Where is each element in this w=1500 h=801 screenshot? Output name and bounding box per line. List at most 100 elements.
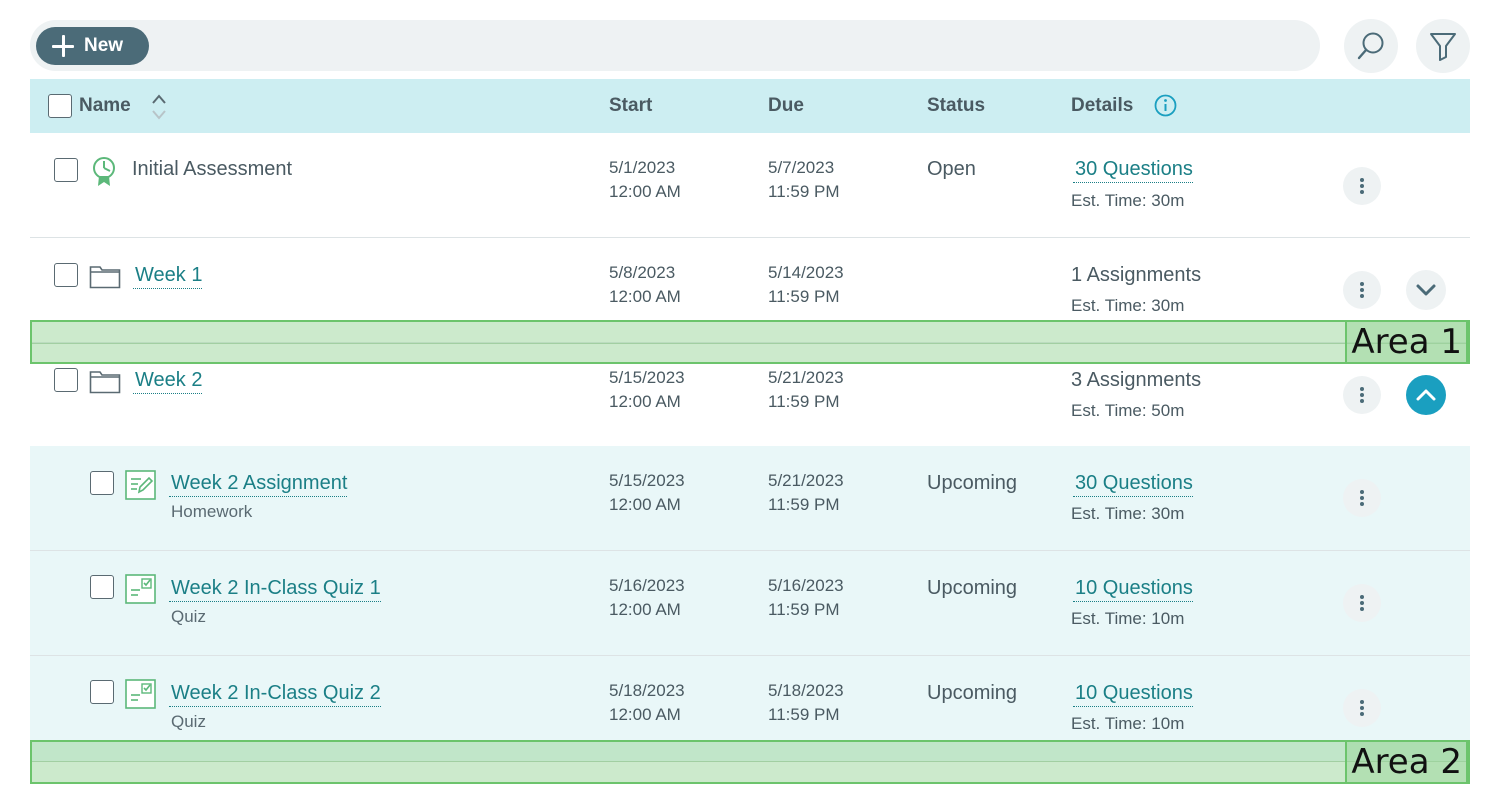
quiz-icon — [125, 574, 156, 604]
due-date: 5/16/2023 — [768, 576, 844, 595]
est-time: Est. Time: 50m — [1071, 401, 1185, 420]
due-time: 11:59 PM — [768, 705, 840, 724]
start-date: 5/18/2023 — [609, 681, 685, 700]
new-button[interactable]: New — [36, 27, 149, 65]
row-checkbox[interactable] — [54, 158, 78, 182]
quiz-link[interactable]: Week 2 In-Class Quiz 1 — [169, 577, 381, 602]
questions-link[interactable]: 30 Questions — [1073, 472, 1193, 497]
assignment-type: Quiz — [171, 607, 206, 626]
chevron-down-icon — [1416, 284, 1436, 296]
area-divider — [32, 761, 1468, 762]
table-row: Week 2 Assignment Homework 5/15/2023 12:… — [30, 446, 1470, 551]
start-date: 5/15/2023 — [609, 471, 685, 490]
toolbar: New — [30, 20, 1320, 71]
kebab-icon — [1360, 387, 1364, 403]
start-time: 12:00 AM — [609, 495, 681, 514]
expand-button[interactable] — [1406, 270, 1446, 310]
sort-icon[interactable] — [150, 93, 168, 121]
est-time: Est. Time: 10m — [1071, 714, 1185, 733]
start-date: 5/1/2023 — [609, 158, 676, 177]
status-text: Open — [927, 158, 976, 180]
row-checkbox[interactable] — [90, 575, 114, 599]
start-date: 5/15/2023 — [609, 368, 685, 387]
assignments-count: 1 Assignments — [1071, 264, 1202, 286]
due-date: 5/21/2023 — [768, 368, 844, 387]
folder-icon — [89, 371, 121, 394]
est-time: Est. Time: 10m — [1071, 609, 1185, 628]
area-divider — [32, 343, 1468, 344]
kebab-icon — [1360, 178, 1364, 194]
due-time: 11:59 PM — [768, 182, 840, 201]
due-time: 11:59 PM — [768, 600, 840, 619]
column-status: Status — [927, 95, 986, 116]
row-checkbox[interactable] — [90, 680, 114, 704]
more-actions-button[interactable] — [1343, 479, 1381, 517]
info-icon[interactable] — [1154, 94, 1177, 117]
due-time: 11:59 PM — [768, 495, 840, 514]
folder-icon — [89, 266, 121, 289]
column-name[interactable]: Name — [79, 95, 131, 117]
start-time: 12:00 AM — [609, 392, 681, 411]
est-time: Est. Time: 30m — [1071, 296, 1185, 315]
due-time: 11:59 PM — [768, 392, 840, 411]
select-all-checkbox[interactable] — [48, 94, 72, 118]
more-actions-button[interactable] — [1343, 271, 1381, 309]
status-text: Upcoming — [927, 472, 1018, 494]
questions-link[interactable]: 10 Questions — [1073, 682, 1193, 707]
assignment-type: Quiz — [171, 712, 206, 731]
table-header: Name Start Due Status Details — [30, 79, 1470, 133]
new-button-label: New — [84, 35, 124, 56]
row-name: Initial Assessment — [132, 158, 293, 180]
more-actions-button[interactable] — [1343, 376, 1381, 414]
search-icon — [1357, 32, 1384, 60]
homework-icon — [125, 470, 156, 500]
assignment-type: Homework — [171, 502, 253, 521]
questions-link[interactable]: 10 Questions — [1073, 577, 1193, 602]
folder-link[interactable]: Week 1 — [133, 264, 203, 289]
column-start: Start — [609, 95, 653, 116]
filter-icon — [1430, 33, 1456, 61]
est-time: Est. Time: 30m — [1071, 191, 1185, 210]
start-date: 5/8/2023 — [609, 263, 676, 282]
more-actions-button[interactable] — [1343, 584, 1381, 622]
plus-icon — [52, 35, 74, 57]
row-checkbox[interactable] — [90, 471, 114, 495]
column-due: Due — [768, 95, 804, 116]
area-1-label: Area 1 — [1345, 320, 1468, 364]
est-time: Est. Time: 30m — [1071, 504, 1185, 523]
collapse-button[interactable] — [1406, 375, 1446, 415]
kebab-icon — [1360, 282, 1364, 298]
assessment-badge-icon — [93, 157, 115, 186]
due-date: 5/14/2023 — [768, 263, 844, 282]
drop-area-1[interactable]: Area 1 — [30, 320, 1470, 364]
kebab-icon — [1360, 595, 1364, 611]
start-date: 5/16/2023 — [609, 576, 685, 595]
start-time: 12:00 AM — [609, 182, 681, 201]
due-date: 5/21/2023 — [768, 471, 844, 490]
questions-link[interactable]: 30 Questions — [1073, 158, 1193, 183]
drop-area-2[interactable]: Area 2 — [30, 740, 1470, 784]
quiz-link[interactable]: Week 2 In-Class Quiz 2 — [169, 682, 381, 707]
due-date: 5/7/2023 — [768, 158, 835, 177]
filter-button[interactable] — [1416, 19, 1470, 73]
table-row: Week 2 In-Class Quiz 1 Quiz 5/16/2023 12… — [30, 551, 1470, 656]
column-details: Details — [1071, 95, 1134, 116]
kebab-icon — [1360, 490, 1364, 506]
search-button[interactable] — [1344, 19, 1398, 73]
more-actions-button[interactable] — [1343, 689, 1381, 727]
more-actions-button[interactable] — [1343, 167, 1381, 205]
due-time: 11:59 PM — [768, 287, 840, 306]
start-time: 12:00 AM — [609, 705, 681, 724]
folder-link[interactable]: Week 2 — [133, 369, 203, 394]
row-checkbox[interactable] — [54, 368, 78, 392]
due-date: 5/18/2023 — [768, 681, 844, 700]
quiz-icon — [125, 679, 156, 709]
row-checkbox[interactable] — [54, 263, 78, 287]
table-row: Initial Assessment 5/1/2023 12:00 AM 5/7… — [30, 133, 1470, 238]
area-2-label: Area 2 — [1345, 740, 1468, 784]
assignment-link[interactable]: Week 2 Assignment — [169, 472, 348, 497]
start-time: 12:00 AM — [609, 287, 681, 306]
chevron-up-icon — [1416, 389, 1436, 401]
kebab-icon — [1360, 700, 1364, 716]
status-text: Upcoming — [927, 682, 1018, 704]
